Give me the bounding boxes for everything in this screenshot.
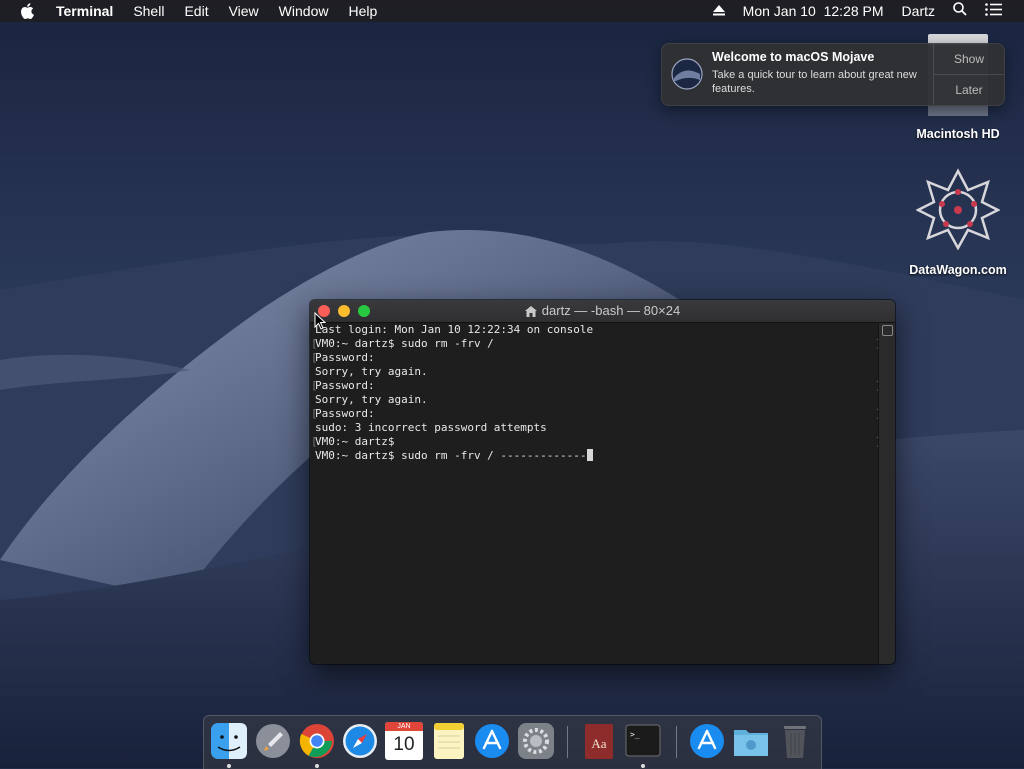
finder-running-indicator [227, 764, 231, 768]
terminal-titlebar[interactable]: dartz — -bash — 80×24 [310, 300, 895, 323]
terminal-prompt-line[interactable]: VM0:~ dartz$ sudo rm -frv / ------------… [315, 449, 879, 463]
terminal-title: dartz — -bash — 80×24 [541, 303, 681, 318]
text-cursor [586, 449, 593, 461]
split-pane-icon[interactable] [882, 325, 893, 336]
menu-shell[interactable]: Shell [123, 0, 174, 22]
apple-menu-icon[interactable] [20, 3, 34, 19]
terminal-line: Last login: Mon Jan 10 12:22:34 on conso… [315, 323, 594, 336]
menu-app-terminal[interactable]: Terminal [46, 0, 123, 22]
mouse-cursor-icon [314, 312, 326, 330]
notification-banner[interactable]: Welcome to macOS Mojave Take a quick tou… [661, 43, 1005, 106]
safari-icon[interactable] [341, 722, 379, 760]
chrome-icon[interactable] [298, 722, 336, 760]
terminal-icon[interactable]: >_ [624, 722, 662, 760]
terminal-output[interactable]: Last login: Mon Jan 10 12:22:34 on conso… [310, 323, 882, 664]
svg-text:>_: >_ [630, 730, 640, 739]
notes-icon[interactable] [430, 722, 468, 760]
desktop-icon-label: Macintosh HD [916, 127, 1000, 141]
datawagon-logo-icon [915, 168, 1001, 251]
home-folder-icon [524, 305, 537, 317]
notification-show-button[interactable]: Show [934, 44, 1004, 74]
notification-later-button[interactable]: Later [934, 74, 1004, 105]
minimize-window-button[interactable] [338, 305, 350, 317]
app-store-icon[interactable] [473, 722, 511, 760]
terminal-window[interactable]: dartz — -bash — 80×24 Last login: Mon Ja… [310, 300, 895, 664]
trash-icon[interactable] [776, 722, 814, 760]
downloads-folder-icon[interactable] [732, 722, 770, 760]
app-store-stack-icon[interactable] [688, 722, 726, 760]
menu-clock[interactable]: Mon Jan 10 12:28 PM [734, 0, 893, 22]
finder-icon[interactable] [210, 722, 248, 760]
spotlight-search-icon[interactable] [944, 0, 976, 22]
macos-mojave-icon [671, 58, 703, 90]
terminal-line: [Password: [311, 351, 375, 364]
dock-separator [676, 726, 677, 758]
terminal-line: [VM0:~ dartz$ sudo rm -frv /] [311, 337, 882, 350]
terminal-running-indicator [641, 764, 645, 768]
system-preferences-icon[interactable] [517, 722, 555, 760]
terminal-line: [VM0:~ dartz$] [311, 435, 882, 448]
calendar-month: JAN [385, 722, 423, 731]
svg-text:Aa: Aa [591, 736, 606, 751]
menu-view[interactable]: View [219, 0, 269, 22]
terminal-line: [Password:] [311, 407, 882, 420]
notification-center-icon[interactable] [976, 0, 1024, 22]
menu-bar: Terminal Shell Edit View Window Help Mon… [0, 0, 1024, 22]
desktop-icon-label: DataWagon.com [909, 263, 1007, 277]
maximize-window-button[interactable] [358, 305, 370, 317]
desktop-icon-datawagon[interactable]: DataWagon.com [898, 168, 1018, 277]
menu-edit[interactable]: Edit [174, 0, 218, 22]
dock-separator [567, 726, 568, 758]
notification-body: Take a quick tour to learn about great n… [712, 69, 917, 95]
terminal-line: Sorry, try again. [315, 365, 428, 378]
chrome-running-indicator [315, 764, 319, 768]
terminal-line: sudo: 3 incorrect password attempts [315, 421, 547, 434]
eject-icon[interactable] [704, 0, 734, 22]
notification-title: Welcome to macOS Mojave [712, 50, 875, 64]
terminal-scrollbar[interactable] [878, 323, 895, 664]
launchpad-icon[interactable] [254, 722, 292, 760]
calendar-day: 10 [393, 734, 415, 755]
dock: JAN 10 Aa >_ [203, 715, 822, 769]
notification-actions: Show Later [933, 44, 1004, 105]
menu-window[interactable]: Window [269, 0, 339, 22]
menu-user[interactable]: Dartz [893, 0, 944, 22]
terminal-line: Sorry, try again. [315, 393, 428, 406]
menu-help[interactable]: Help [338, 0, 387, 22]
terminal-line: [Password:] [311, 379, 882, 392]
calendar-icon[interactable]: JAN 10 [385, 722, 423, 760]
dictionary-icon[interactable]: Aa [580, 722, 618, 760]
